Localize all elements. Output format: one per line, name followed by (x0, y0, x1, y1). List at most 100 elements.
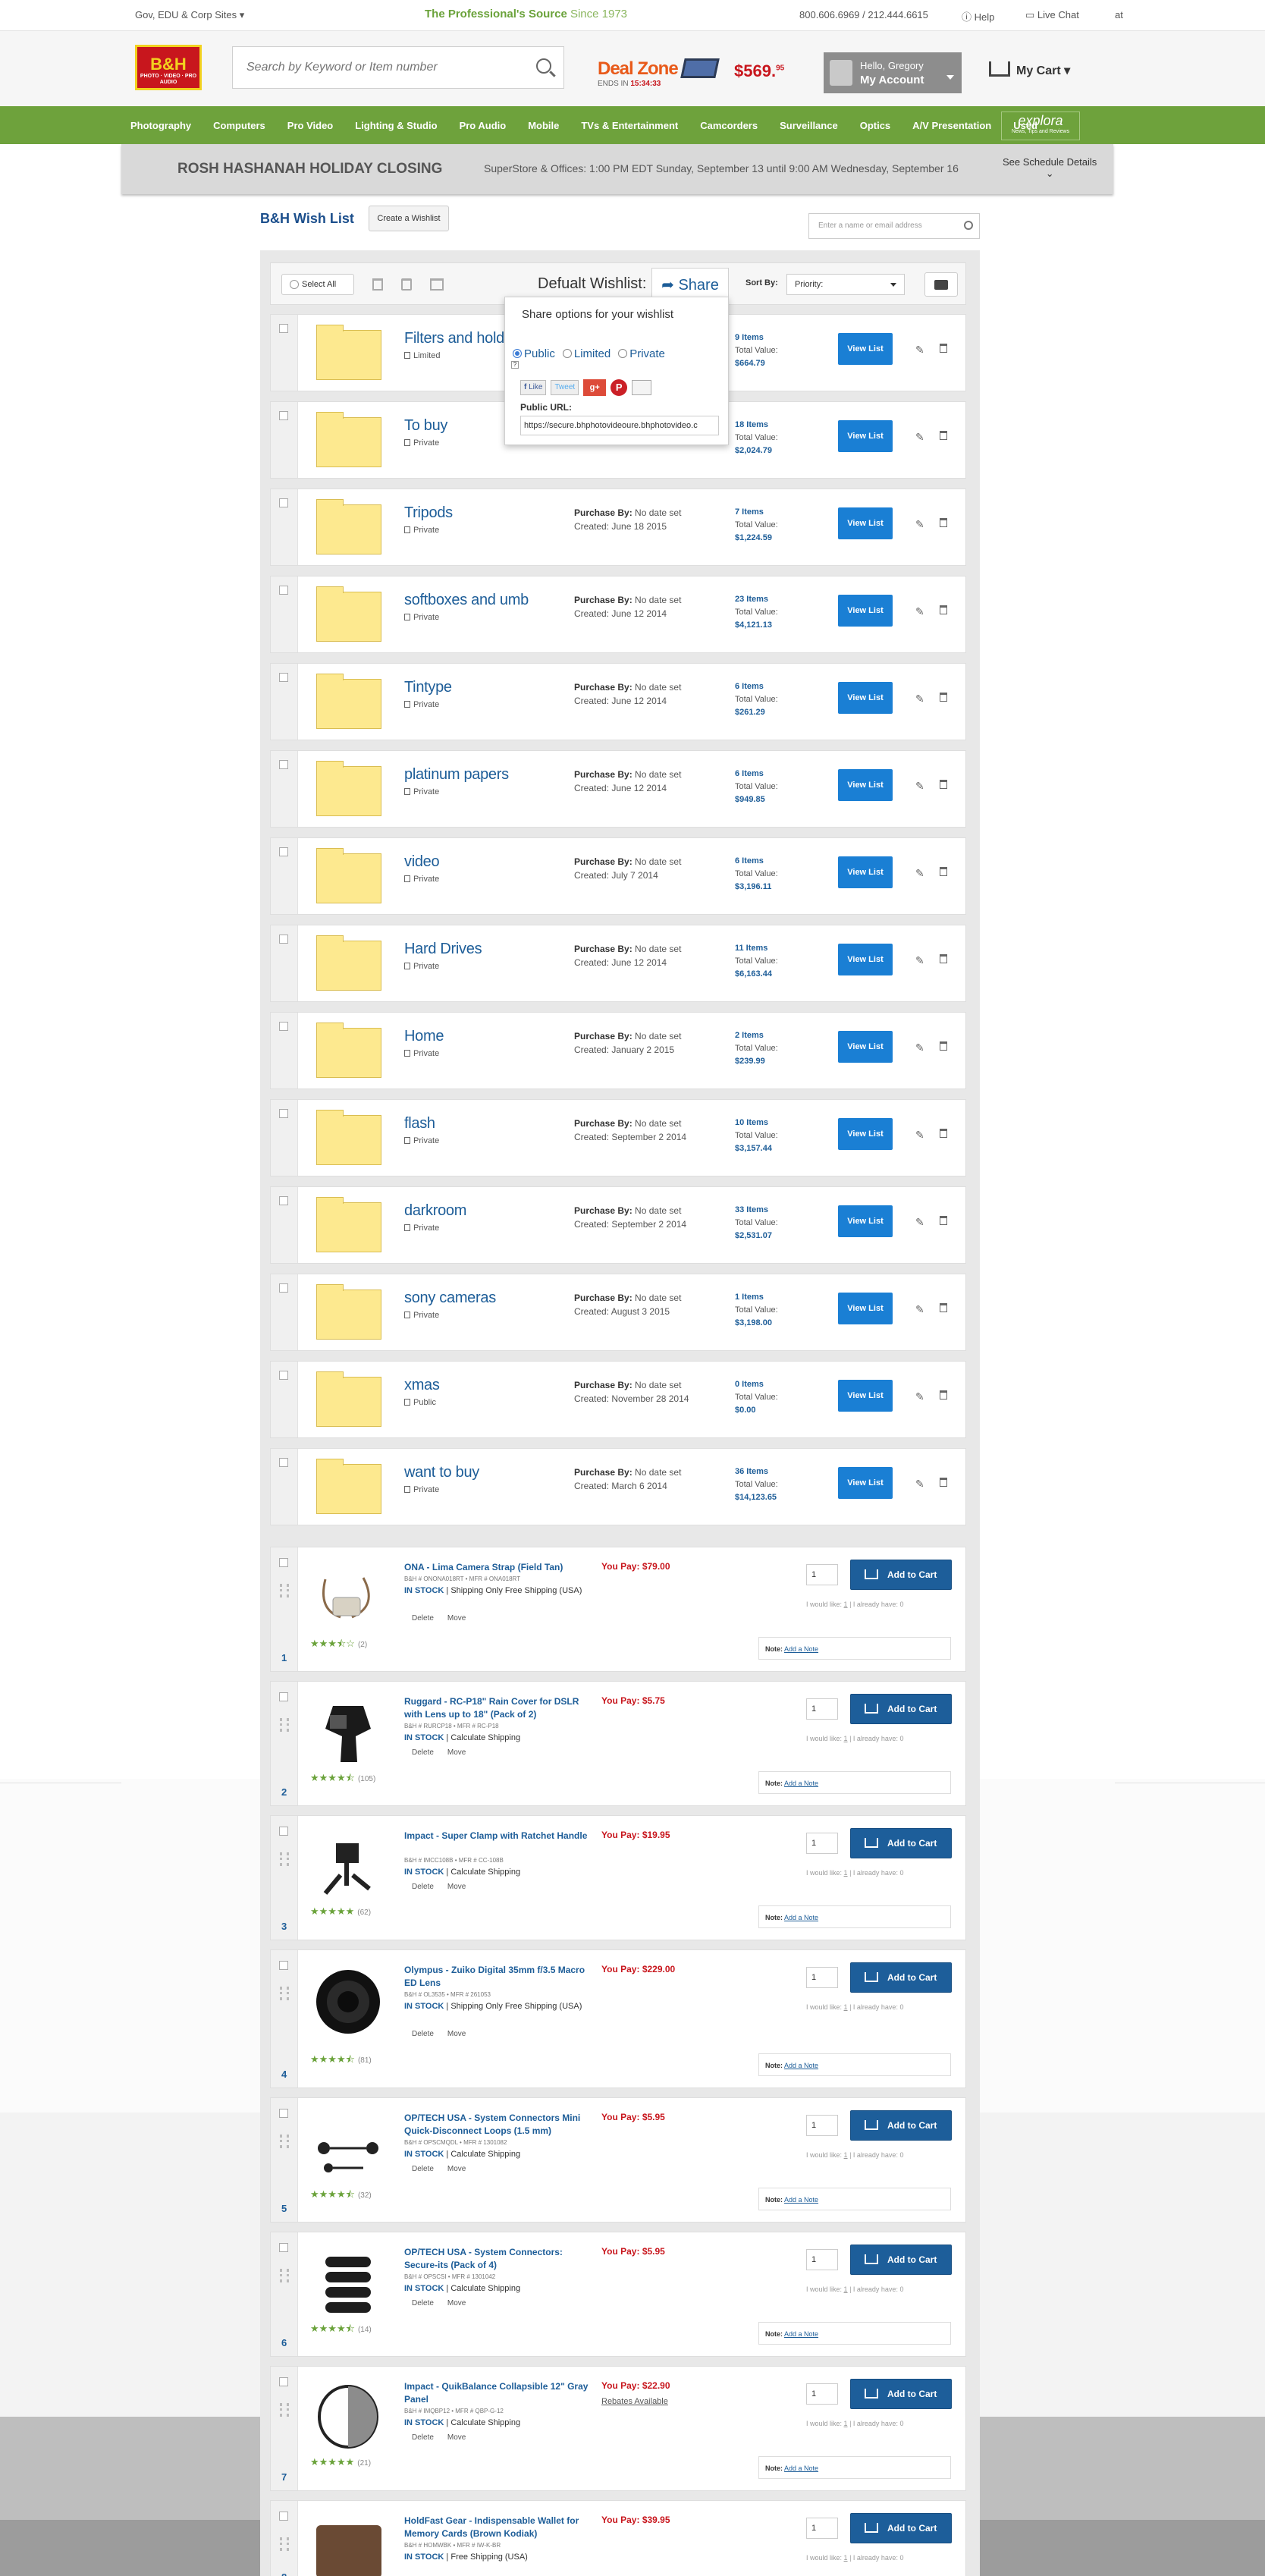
add-note-link[interactable]: Add a Note (784, 2196, 818, 2204)
shipping-info[interactable]: Calculate Shipping (450, 2150, 520, 2159)
view-list-button[interactable]: View List (838, 769, 893, 801)
add-to-cart-button[interactable]: Add to Cart (850, 1962, 952, 1993)
add-note-link[interactable]: Add a Note (784, 2330, 818, 2338)
drag-handle[interactable] (280, 2269, 289, 2282)
nav-item-pro-audio[interactable]: Pro Audio (460, 120, 507, 131)
pencil-icon[interactable]: ✎ (915, 605, 924, 618)
checkbox[interactable] (279, 2512, 288, 2521)
nav-item-optics[interactable]: Optics (860, 120, 890, 131)
checkbox[interactable] (279, 324, 288, 333)
would-like-value[interactable]: 1 (844, 2285, 848, 2293)
folder-name[interactable]: video (404, 853, 440, 871)
delete-button[interactable]: Delete (412, 2433, 434, 2442)
would-like-value[interactable]: 1 (844, 2003, 848, 2011)
my-cart-button[interactable]: My Cart ▾ (989, 61, 1070, 78)
folder-icon[interactable] (316, 848, 381, 903)
search-icon[interactable] (964, 221, 973, 230)
pencil-icon[interactable]: ✎ (915, 867, 924, 880)
public-url-field[interactable]: https://secure.bhphotovideoure.bhphotovi… (520, 416, 719, 435)
checkbox[interactable] (279, 760, 288, 769)
move-button[interactable]: Move (447, 2165, 466, 2173)
trash-icon[interactable] (940, 1478, 947, 1487)
folder-icon[interactable] (316, 325, 381, 380)
folder-name[interactable]: Tripods (404, 504, 453, 522)
checkbox[interactable] (279, 673, 288, 682)
would-like-value[interactable]: 1 (844, 1869, 848, 1877)
view-list-button[interactable]: View List (838, 1467, 893, 1499)
product-image[interactable] (310, 2518, 386, 2576)
add-note-link[interactable]: Add a Note (784, 1780, 818, 1787)
product-image[interactable] (310, 1967, 386, 2034)
product-name[interactable]: Olympus - Zuiko Digital 35mm f/3.5 Macro… (404, 1964, 594, 1990)
deal-zone[interactable]: Deal Zone ENDS IN 15:34:33 (598, 58, 679, 88)
checkbox[interactable] (279, 1283, 288, 1293)
folder-name[interactable]: Hard Drives (404, 941, 482, 958)
trash-icon[interactable] (940, 1216, 947, 1225)
review-count[interactable]: (62) (357, 1908, 371, 1917)
would-like-value[interactable]: 1 (844, 1601, 848, 1608)
print-button[interactable] (924, 272, 958, 297)
checkbox[interactable] (279, 1196, 288, 1205)
shipping-info[interactable]: Calculate Shipping (450, 1868, 520, 1877)
pinterest-button[interactable]: P (611, 379, 628, 396)
drag-handle[interactable] (280, 1987, 289, 2000)
delete-button[interactable]: Delete (412, 1883, 434, 1891)
checkbox[interactable] (279, 1109, 288, 1118)
nav-item-tvs-entertainment[interactable]: TVs & Entertainment (581, 120, 678, 131)
delete-button[interactable]: Delete (412, 1748, 434, 1757)
trash-icon[interactable] (940, 693, 947, 702)
view-list-button[interactable]: View List (838, 1118, 893, 1150)
folder-name[interactable]: flash (404, 1115, 435, 1132)
delete-button[interactable]: Delete (412, 2030, 434, 2038)
view-list-button[interactable]: View List (838, 420, 893, 452)
delete-button[interactable]: Delete (412, 2165, 434, 2173)
schedule-details-link[interactable]: See Schedule Details ⌄ (1003, 156, 1097, 180)
quantity-input[interactable]: 1 (806, 1967, 838, 1988)
would-like-value[interactable]: 1 (844, 2554, 848, 2562)
folder-name[interactable]: want to buy (404, 1464, 479, 1481)
nav-item-surveillance[interactable]: Surveillance (780, 120, 838, 131)
pencil-icon[interactable]: ✎ (915, 1390, 924, 1403)
move-button[interactable]: Move (447, 1748, 466, 1757)
folder-name[interactable]: Home (404, 1028, 444, 1045)
checkbox[interactable] (279, 2109, 288, 2118)
view-list-button[interactable]: View List (838, 595, 893, 627)
move-button[interactable]: Move (447, 1883, 466, 1891)
checkbox[interactable] (279, 411, 288, 420)
product-image[interactable] (310, 1564, 386, 1631)
quantity-input[interactable]: 1 (806, 2115, 838, 2136)
nav-item-a-v-presentation[interactable]: A/V Presentation (912, 120, 991, 131)
shipping-info[interactable]: Calculate Shipping (450, 1733, 520, 1742)
folder-icon[interactable] (316, 412, 381, 467)
view-list-button[interactable]: View List (838, 682, 893, 714)
product-image[interactable] (310, 2249, 386, 2316)
product-name[interactable]: HoldFast Gear - Indispensable Wallet for… (404, 2515, 594, 2540)
review-count[interactable]: (21) (357, 2459, 371, 2468)
view-list-button[interactable]: View List (838, 1380, 893, 1412)
folder-icon[interactable] (316, 1197, 381, 1252)
would-like-value[interactable]: 1 (844, 2151, 848, 2159)
sort-select[interactable]: Priority: (786, 274, 905, 295)
folder-icon[interactable] (316, 1110, 381, 1165)
pencil-icon[interactable]: ✎ (915, 1303, 924, 1316)
delete-button[interactable]: Delete (412, 2299, 434, 2307)
checkbox[interactable] (279, 586, 288, 595)
product-name[interactable]: Ruggard - RC-P18" Rain Cover for DSLR wi… (404, 1695, 594, 1721)
drag-handle[interactable] (280, 1852, 289, 1866)
drag-handle[interactable] (280, 2537, 289, 2551)
add-to-cart-button[interactable]: Add to Cart (850, 2379, 952, 2409)
pencil-icon[interactable]: ✎ (915, 431, 924, 444)
folder-name[interactable]: xmas (404, 1377, 440, 1394)
folder-name[interactable]: Tintype (404, 679, 452, 696)
nav-item-mobile[interactable]: Mobile (528, 120, 559, 131)
explora-link[interactable]: explora News, Tips and Reviews (1001, 112, 1080, 140)
folder-icon[interactable] (316, 935, 381, 991)
review-count[interactable]: (14) (358, 2326, 372, 2334)
view-list-button[interactable]: View List (838, 333, 893, 365)
view-list-button[interactable]: View List (838, 507, 893, 539)
checkbox[interactable] (279, 1961, 288, 1970)
quantity-input[interactable]: 1 (806, 1698, 838, 1720)
trash-icon[interactable] (940, 431, 947, 440)
product-name[interactable]: OP/TECH USA - System Connectors Mini Qui… (404, 2112, 594, 2138)
move-button[interactable]: Move (447, 2030, 466, 2038)
